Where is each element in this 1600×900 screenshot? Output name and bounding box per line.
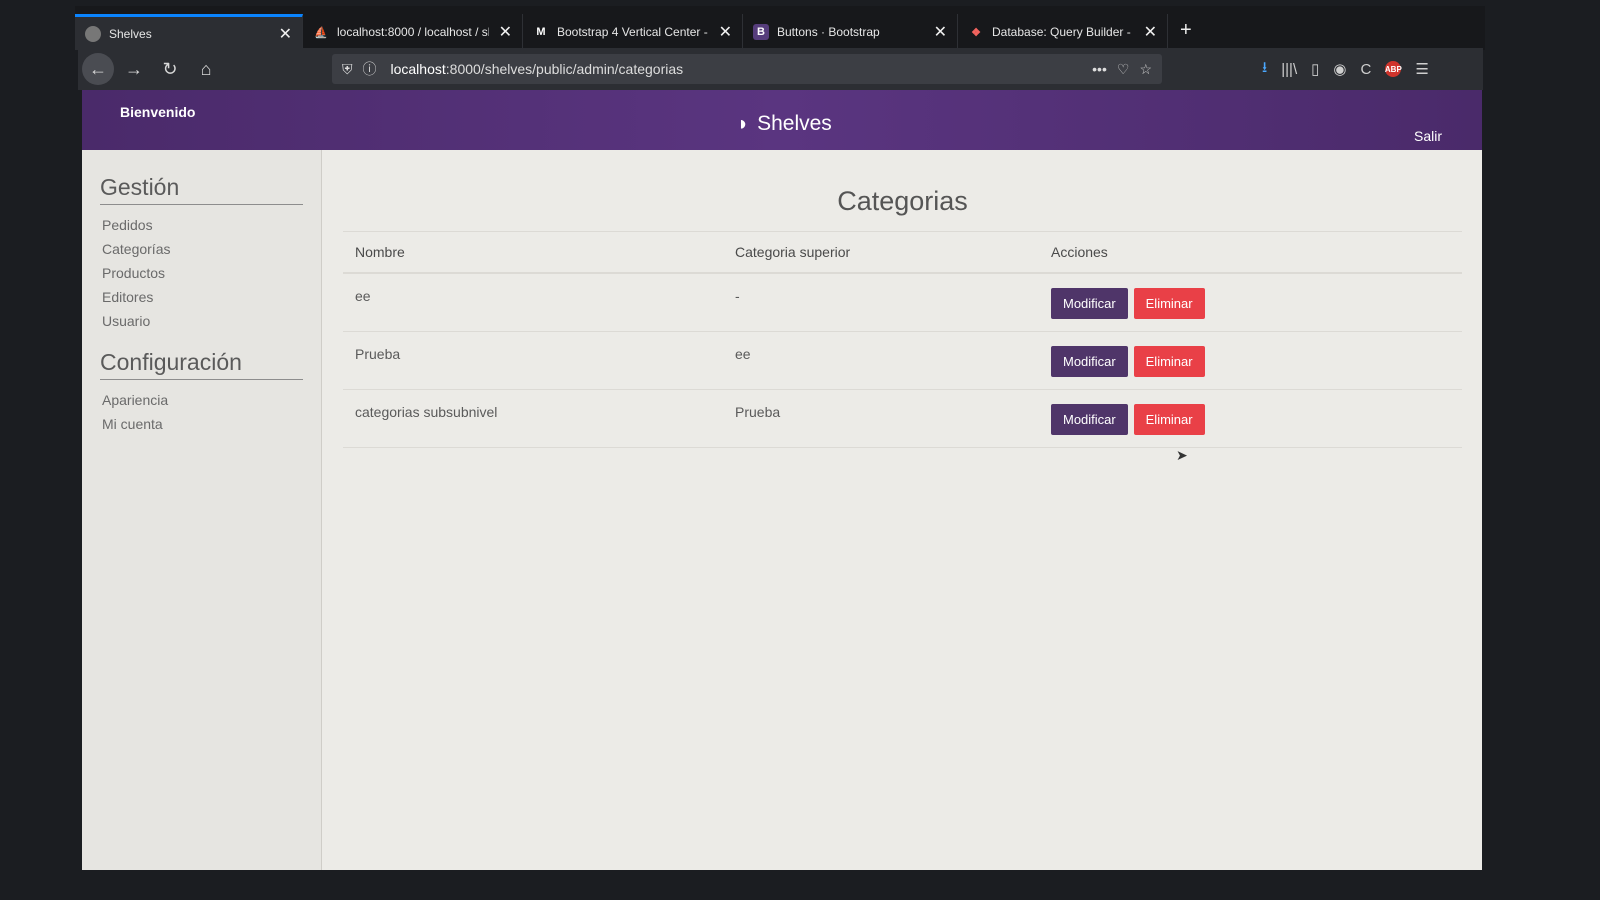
sidebar-item-mi-cuenta[interactable]: Mi cuenta xyxy=(102,416,303,432)
phpmyadmin-icon: ⛵ xyxy=(314,26,328,39)
sync-icon[interactable]: C xyxy=(1360,61,1371,78)
sidebar-item-editores[interactable]: Editores xyxy=(102,289,303,305)
close-icon[interactable]: ✕ xyxy=(1144,22,1157,42)
parent-category: ee xyxy=(723,331,1039,390)
more-icon[interactable]: ••• xyxy=(1092,61,1107,77)
modify-button[interactable]: Modificar xyxy=(1051,346,1128,377)
close-icon[interactable]: ✕ xyxy=(499,22,512,42)
tab-shelves[interactable]: Shelves ✕ xyxy=(75,14,303,50)
tab-phpmyadmin[interactable]: ⛵ localhost:8000 / localhost / sh ✕ xyxy=(303,14,523,50)
delete-button[interactable]: Eliminar xyxy=(1133,346,1205,377)
table-row: Prueba ee Modificar Eliminar xyxy=(343,331,1462,390)
adblock-icon[interactable]: ABP xyxy=(1385,61,1402,77)
app-header: Bienvenido ◗ Shelves Salir xyxy=(82,90,1482,150)
main-content: Categorias Nombre Categoria superior Acc… xyxy=(323,150,1482,870)
reload-icon[interactable]: ↻ xyxy=(154,53,186,85)
column-header: Categoria superior xyxy=(723,231,1039,274)
forward-icon[interactable]: → xyxy=(118,53,150,85)
toolbar-right: ⭳ |||\ ▯ ◉ C ABP ☰ xyxy=(1262,57,1429,82)
library-icon[interactable]: |||\ xyxy=(1281,61,1297,78)
categories-table: Nombre Categoria superior Acciones ee - … xyxy=(343,231,1462,448)
brand-name: Shelves xyxy=(757,112,832,135)
tab-title: Shelves xyxy=(109,26,152,41)
parent-category: - xyxy=(723,273,1039,332)
sidebar-item-apariencia[interactable]: Apariencia xyxy=(102,392,303,408)
delete-button[interactable]: Eliminar xyxy=(1133,288,1205,319)
row-actions: Modificar Eliminar xyxy=(1039,389,1462,448)
category-name: categorias subsubnivel xyxy=(343,389,723,448)
tab-strip: Shelves ✕ ⛵ localhost:8000 / localhost /… xyxy=(75,6,1485,50)
nav-bar: ← → ↻ ⌂ ⛨ ⓘ localhost:8000/shelves/publi… xyxy=(78,48,1483,90)
shelves-logo-icon: ◗ xyxy=(737,112,750,135)
row-actions: Modificar Eliminar xyxy=(1039,331,1462,390)
sidebar-item-productos[interactable]: Productos xyxy=(102,265,303,281)
sidebar-item-pedidos[interactable]: Pedidos xyxy=(102,217,303,233)
mouse-cursor-icon: ➤ xyxy=(1176,447,1188,463)
address-bar[interactable]: ⛨ ⓘ localhost:8000/shelves/public/admin/… xyxy=(332,54,1162,84)
medium-icon: M xyxy=(536,26,546,38)
sidebar-icon[interactable]: ▯ xyxy=(1311,60,1319,78)
close-icon[interactable]: ✕ xyxy=(934,22,947,42)
row-actions: Modificar Eliminar xyxy=(1039,273,1462,332)
brand[interactable]: ◗ Shelves xyxy=(737,112,832,136)
sidebar-item-categorias[interactable]: Categorías xyxy=(102,241,303,257)
tab-medium[interactable]: M Bootstrap 4 Vertical Center - W ✕ xyxy=(523,14,743,50)
column-header: Nombre xyxy=(343,231,723,274)
welcome-text: Bienvenido xyxy=(120,104,196,120)
table-row: categorias subsubnivel Prueba Modificar … xyxy=(343,389,1462,448)
parent-category: Prueba xyxy=(723,389,1039,448)
laravel-icon: ❖ xyxy=(971,26,981,39)
table-row: ee - Modificar Eliminar xyxy=(343,273,1462,332)
sidebar-section-title: Configuración xyxy=(100,349,303,380)
modify-button[interactable]: Modificar xyxy=(1051,404,1128,435)
download-icon[interactable]: ⭳ xyxy=(1262,57,1267,82)
sidebar-item-usuario[interactable]: Usuario xyxy=(102,313,303,329)
url-text: localhost:8000/shelves/public/admin/cate… xyxy=(390,61,684,77)
bookmark-star-icon[interactable]: ☆ xyxy=(1139,61,1152,78)
logout-link[interactable]: Salir xyxy=(1414,128,1442,144)
modify-button[interactable]: Modificar xyxy=(1051,288,1128,319)
close-icon[interactable]: ✕ xyxy=(279,24,292,44)
account-icon[interactable]: ◉ xyxy=(1333,60,1346,78)
shield-icon[interactable]: ⛨ xyxy=(342,61,353,78)
column-header: Acciones xyxy=(1039,231,1462,274)
category-name: ee xyxy=(343,273,723,332)
close-icon[interactable]: ✕ xyxy=(719,22,732,42)
page-title: Categorias xyxy=(837,186,968,216)
menu-icon[interactable]: ☰ xyxy=(1415,60,1428,78)
category-name: Prueba xyxy=(343,331,723,390)
bootstrap-icon: B xyxy=(753,24,769,40)
back-icon[interactable]: ← xyxy=(82,53,114,85)
home-icon[interactable]: ⌂ xyxy=(190,53,222,85)
delete-button[interactable]: Eliminar xyxy=(1133,404,1205,435)
tab-title: Database: Query Builder - Lara xyxy=(992,25,1134,39)
web-page: Bienvenido ◗ Shelves Salir Gestión Pedid… xyxy=(82,90,1482,870)
tab-title: Bootstrap 4 Vertical Center - W xyxy=(557,25,709,39)
tab-title: localhost:8000 / localhost / sh xyxy=(337,25,489,39)
tab-laravel[interactable]: ❖ Database: Query Builder - Lara ✕ xyxy=(958,14,1168,50)
tab-title: Buttons · Bootstrap xyxy=(777,25,880,39)
sidebar-section-title: Gestión xyxy=(100,174,303,205)
sidebar: Gestión Pedidos Categorías Productos Edi… xyxy=(82,150,322,870)
globe-icon xyxy=(85,25,101,42)
pocket-icon[interactable]: ♡ xyxy=(1117,61,1130,78)
tab-bootstrap[interactable]: B Buttons · Bootstrap ✕ xyxy=(743,14,958,50)
new-tab-button[interactable]: + xyxy=(1168,19,1204,50)
info-icon[interactable]: ⓘ xyxy=(363,59,377,79)
